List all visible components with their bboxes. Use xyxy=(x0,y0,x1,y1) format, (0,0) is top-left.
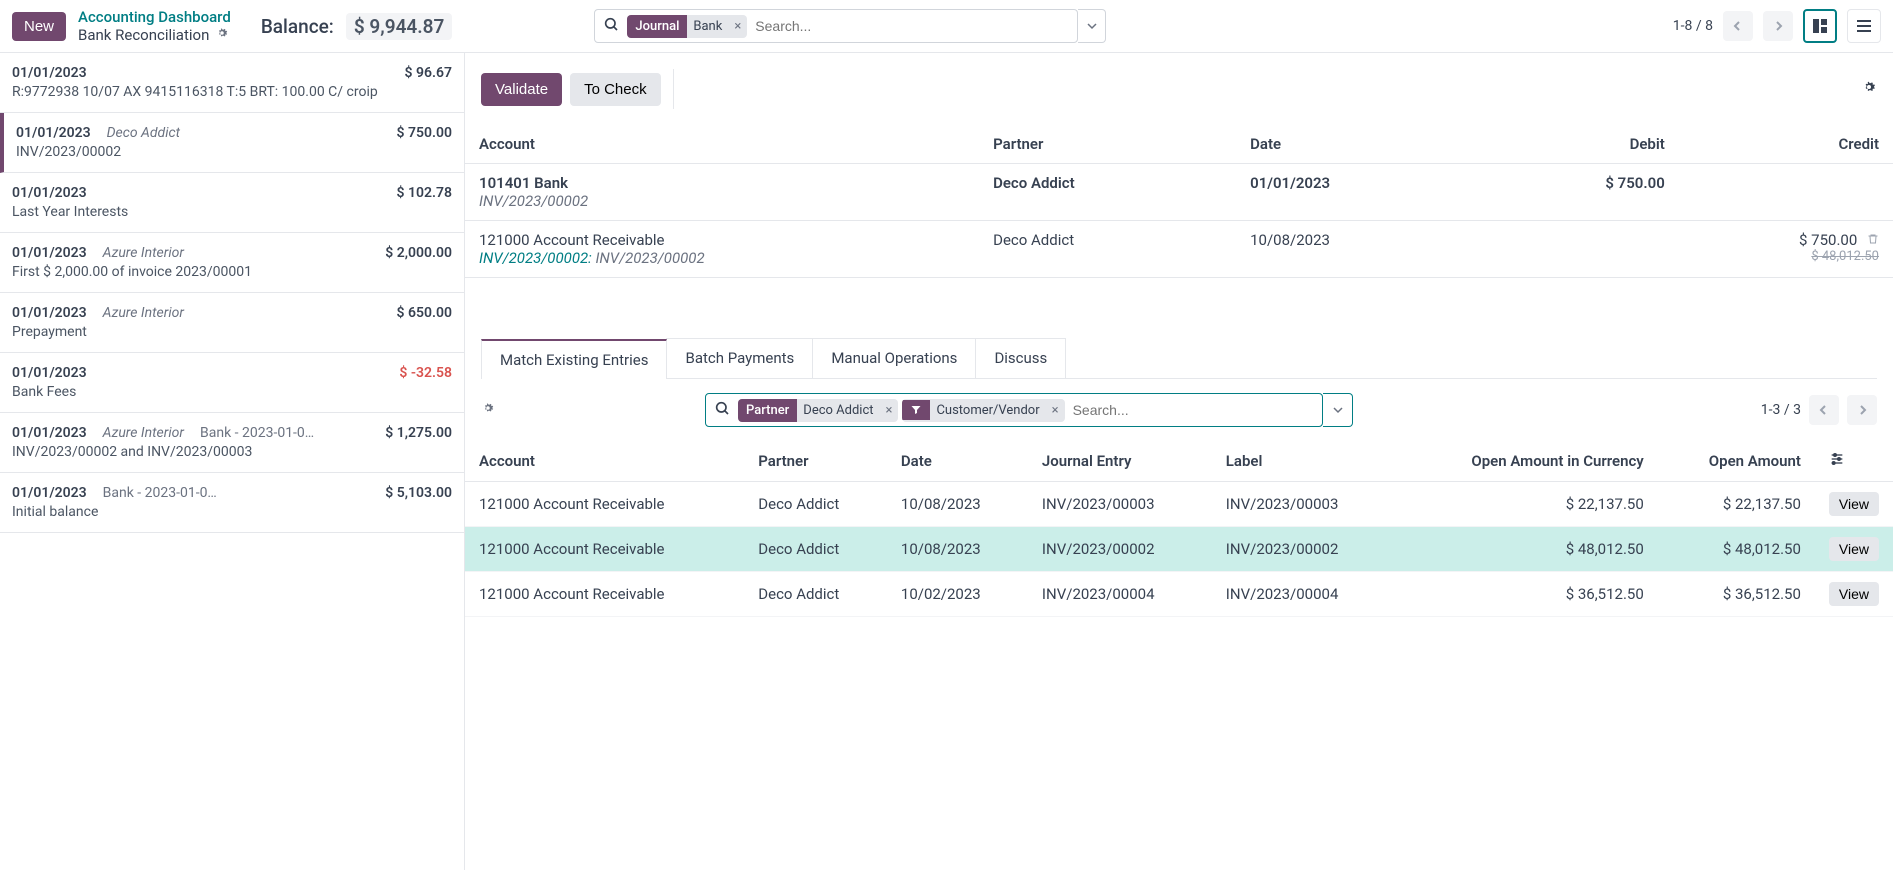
view-button[interactable]: View xyxy=(1829,582,1879,606)
match-tabs: Match Existing EntriesBatch PaymentsManu… xyxy=(481,338,1877,379)
match-col-account: Account xyxy=(465,441,744,482)
tab[interactable]: Match Existing Entries xyxy=(481,339,667,379)
transaction-item[interactable]: 01/01/2023Deco Addict$ 750.00INV/2023/00… xyxy=(0,113,464,173)
search-dropdown-button[interactable] xyxy=(1078,9,1106,43)
chip-remove-icon[interactable]: × xyxy=(880,403,899,418)
pager-prev-button[interactable] xyxy=(1723,11,1753,41)
breadcrumb-link[interactable]: Accounting Dashboard xyxy=(78,8,231,26)
transaction-item[interactable]: 01/01/2023Azure Interior$ 2,000.00First … xyxy=(0,233,464,293)
match-table: Account Partner Date Journal Entry Label… xyxy=(465,441,1893,617)
detail-panel: Validate To Check Account Partner Date D… xyxy=(465,53,1893,870)
match-col-partner: Partner xyxy=(744,441,887,482)
balance-value[interactable]: $ 9,944.87 xyxy=(346,13,453,40)
match-col-journal: Journal Entry xyxy=(1028,441,1212,482)
transaction-item[interactable]: 01/01/2023Azure InteriorBank - 2023-01-0… xyxy=(0,413,464,473)
gear-icon[interactable] xyxy=(215,26,229,44)
kanban-view-button[interactable] xyxy=(1803,9,1837,43)
transaction-list: 01/01/2023$ 96.67R:9772938 10/07 AX 9415… xyxy=(0,53,465,870)
filter-icon xyxy=(902,400,930,420)
transaction-item[interactable]: 01/01/2023Azure Interior$ 650.00Prepayme… xyxy=(0,293,464,353)
search-icon xyxy=(706,400,738,420)
match-search-input[interactable] xyxy=(1069,398,1322,422)
match-chip-filter: Customer/Vendor × xyxy=(902,399,1064,422)
transaction-item[interactable]: 01/01/2023$ -32.58Bank Fees xyxy=(0,353,464,413)
match-search-bar[interactable]: Partner Deco Addict × Customer/Vendor × xyxy=(705,393,1323,427)
match-row[interactable]: 121000 Account ReceivableDeco Addict10/0… xyxy=(465,482,1893,527)
trash-icon[interactable] xyxy=(1867,231,1879,249)
balance-label: Balance: xyxy=(261,15,334,38)
tab[interactable]: Batch Payments xyxy=(666,338,813,378)
search-chip-journal: Journal Bank × xyxy=(627,15,747,38)
search-icon xyxy=(595,16,627,36)
breadcrumb: Accounting Dashboard Bank Reconciliation xyxy=(78,8,231,44)
new-button[interactable]: New xyxy=(12,12,66,41)
invoice-link[interactable]: INV/2023/00002: xyxy=(479,249,592,267)
match-row[interactable]: 121000 Account ReceivableDeco Addict10/0… xyxy=(465,527,1893,572)
gear-icon[interactable] xyxy=(1861,79,1877,99)
pager[interactable]: 1-8 / 8 xyxy=(1673,18,1713,34)
validate-button[interactable]: Validate xyxy=(481,73,562,106)
line-row[interactable]: 101401 Bank INV/2023/00002 Deco Addict 0… xyxy=(465,164,1893,221)
search-input[interactable] xyxy=(751,14,1077,38)
match-row[interactable]: 121000 Account ReceivableDeco Addict10/0… xyxy=(465,572,1893,617)
match-chip-partner: Partner Deco Addict × xyxy=(738,399,898,422)
match-next-button[interactable] xyxy=(1847,395,1877,425)
match-col-date: Date xyxy=(887,441,1028,482)
col-partner: Partner xyxy=(979,125,1236,164)
match-col-open: Open Amount xyxy=(1658,441,1815,482)
gear-icon[interactable] xyxy=(481,401,495,419)
pager-next-button[interactable] xyxy=(1763,11,1793,41)
chip-remove-icon[interactable]: × xyxy=(1046,403,1065,418)
match-prev-button[interactable] xyxy=(1809,395,1839,425)
header: New Accounting Dashboard Bank Reconcilia… xyxy=(0,0,1893,53)
chip-remove-icon[interactable]: × xyxy=(728,19,747,34)
match-col-open-cur: Open Amount in Currency xyxy=(1396,441,1658,482)
col-account: Account xyxy=(465,125,979,164)
sliders-icon[interactable] xyxy=(1829,453,1845,471)
match-search-dropdown[interactable] xyxy=(1323,393,1353,427)
breadcrumb-current: Bank Reconciliation xyxy=(78,26,209,44)
col-debit: Debit xyxy=(1465,125,1679,164)
list-view-button[interactable] xyxy=(1847,9,1881,43)
col-credit: Credit xyxy=(1679,125,1893,164)
view-button[interactable]: View xyxy=(1829,537,1879,561)
reconciliation-lines-table: Account Partner Date Debit Credit 101401… xyxy=(465,125,1893,278)
search-bar[interactable]: Journal Bank × xyxy=(594,9,1078,43)
match-col-label: Label xyxy=(1212,441,1396,482)
match-pager[interactable]: 1-3 / 3 xyxy=(1761,402,1801,418)
line-row[interactable]: 121000 Account Receivable INV/2023/00002… xyxy=(465,221,1893,278)
transaction-item[interactable]: 01/01/2023$ 96.67R:9772938 10/07 AX 9415… xyxy=(0,53,464,113)
to-check-button[interactable]: To Check xyxy=(570,73,661,106)
tab[interactable]: Discuss xyxy=(975,338,1066,378)
tab[interactable]: Manual Operations xyxy=(812,338,976,378)
view-button[interactable]: View xyxy=(1829,492,1879,516)
transaction-item[interactable]: 01/01/2023Bank - 2023-01-0…$ 5,103.00Ini… xyxy=(0,473,464,533)
col-date: Date xyxy=(1236,125,1464,164)
transaction-item[interactable]: 01/01/2023$ 102.78Last Year Interests xyxy=(0,173,464,233)
separator xyxy=(673,69,674,109)
